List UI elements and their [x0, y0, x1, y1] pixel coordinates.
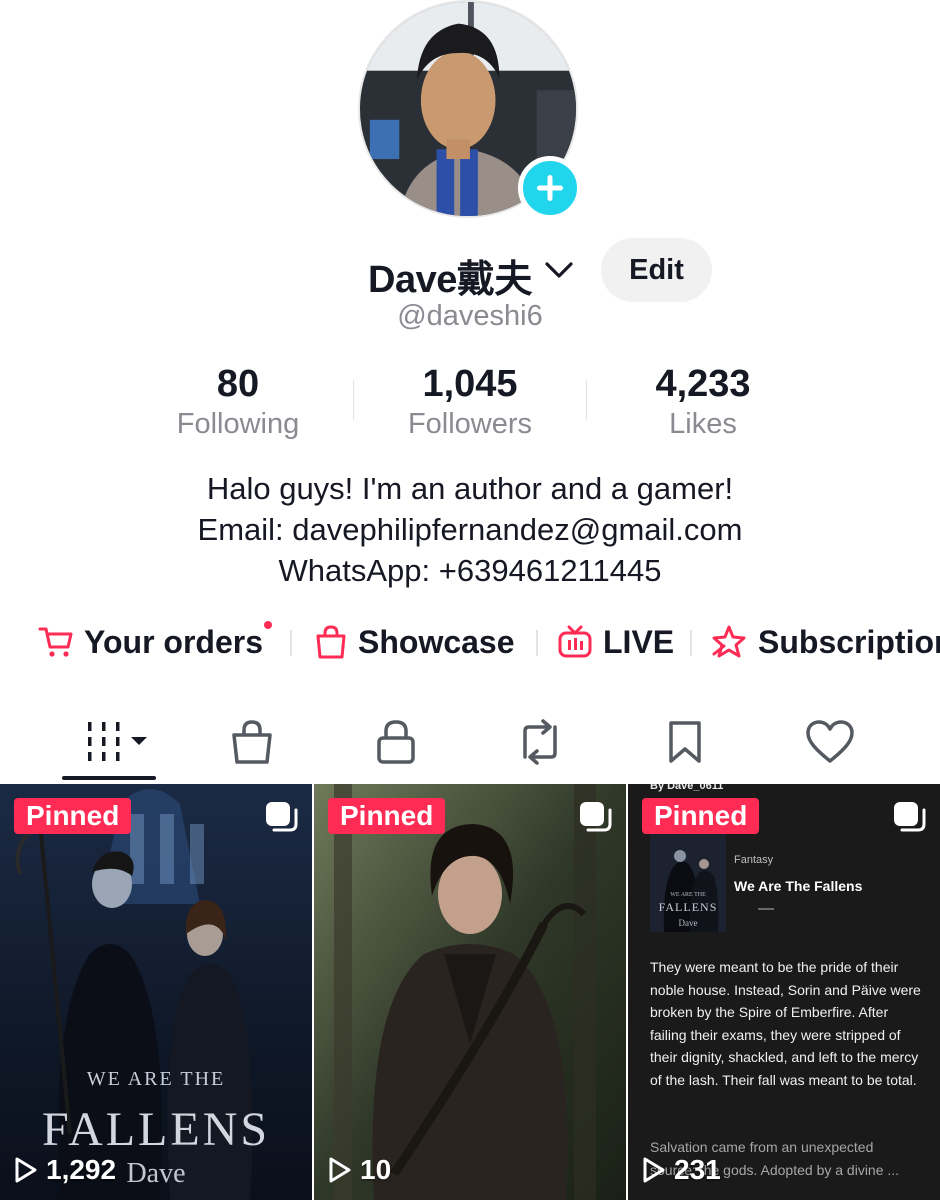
view-count: 10 — [328, 1154, 391, 1186]
chevron-down-icon[interactable] — [544, 260, 574, 280]
subscription-button[interactable]: Subscription — [710, 618, 940, 666]
view-count: 231 — [642, 1154, 721, 1186]
stat-label: Likes — [669, 408, 737, 440]
stat-label: Followers — [407, 408, 533, 440]
name-row: Dave戴夫 Edit — [0, 238, 940, 302]
handle: @daveshi6 — [397, 300, 543, 332]
book-description: They were meant to be the pride of their… — [650, 959, 921, 1088]
lock-icon — [377, 720, 415, 764]
play-icon — [643, 1157, 665, 1183]
stat-label: Following — [176, 408, 300, 440]
view-count-value: 10 — [360, 1154, 392, 1185]
bio-line: Halo guys! I'm an author and a gamer! — [206, 471, 734, 506]
bio: Halo guys! I'm an author and a gamer! Em… — [0, 468, 940, 591]
view-count-value: 1,292 — [46, 1154, 117, 1185]
divider — [758, 908, 774, 910]
content-tabs — [0, 700, 940, 784]
action-divider — [290, 630, 292, 656]
live-tv-icon — [558, 625, 592, 658]
tab-liked[interactable] — [790, 712, 870, 772]
heart-icon — [806, 720, 854, 763]
your-orders-button[interactable]: Your orders — [38, 618, 263, 666]
action-label: Subscription — [758, 623, 940, 660]
book-author-line: By Dave_0611 — [650, 784, 724, 792]
stat-following[interactable]: 80 Following — [128, 362, 348, 442]
play-icon — [15, 1157, 37, 1183]
book-title: We Are The Fallens — [734, 878, 863, 894]
cart-icon — [38, 627, 73, 657]
action-label: Showcase — [358, 623, 515, 660]
stat-value: 1,045 — [422, 363, 518, 405]
book-cover-art — [650, 828, 726, 932]
avatar-container — [358, 0, 582, 220]
notification-dot — [264, 621, 272, 629]
book-cover-line: WE ARE THE — [670, 892, 706, 898]
tab-favorites[interactable] — [645, 712, 725, 772]
bookmark-icon — [669, 721, 701, 763]
action-label: Your orders — [84, 623, 263, 660]
plus-icon — [537, 175, 563, 201]
multi-photo-icon — [580, 802, 612, 832]
action-divider — [690, 630, 692, 656]
video-thumbnail — [314, 784, 626, 1200]
cover-title: FALLENS — [41, 1103, 271, 1156]
pinned-badge: Pinned — [642, 798, 760, 834]
video-tile[interactable]: By Dave_0611 WE ARE THE FALLENS Dave Fan… — [628, 784, 940, 1200]
active-tab-indicator — [62, 776, 156, 780]
book-cover-thumbnail: WE ARE THE FALLENS Dave — [650, 828, 726, 932]
stat-value: 80 — [216, 363, 260, 405]
display-name[interactable]: Dave戴夫 — [368, 248, 532, 303]
action-label: LIVE — [603, 623, 675, 660]
showcase-button[interactable]: Showcase — [314, 618, 515, 666]
tab-reposts[interactable] — [500, 712, 580, 772]
tab-shop[interactable] — [212, 712, 292, 772]
tab-private[interactable] — [356, 712, 436, 772]
stat-value: 4,233 — [655, 363, 751, 405]
pinned-badge: Pinned — [328, 798, 446, 834]
grid-icon — [88, 722, 147, 761]
stat-divider — [353, 380, 354, 420]
bio-line: Email: davephilipfernandez@gmail.com — [197, 512, 743, 547]
tab-videos[interactable] — [76, 712, 156, 772]
video-grid: WE ARE THE FALLENS Dave Pinned 1,292 Pin… — [0, 784, 940, 1200]
profile-actions: Your orders Showcase LIVE Subscription — [0, 618, 940, 668]
subscription-star-icon — [712, 625, 746, 658]
video-tile[interactable]: WE ARE THE FALLENS Dave Pinned 1,292 — [0, 784, 312, 1200]
action-divider — [536, 630, 538, 656]
book-genre: Fantasy — [734, 854, 774, 866]
pinned-badge: Pinned — [14, 798, 132, 834]
cover-title-line: WE ARE THE — [86, 1068, 226, 1090]
stat-followers[interactable]: 1,045 Followers — [360, 362, 580, 442]
play-icon — [329, 1157, 351, 1183]
view-count: 1,292 — [14, 1154, 116, 1186]
add-avatar-button[interactable] — [518, 156, 582, 220]
repost-icon — [523, 719, 557, 765]
book-cover-title: FALLENS — [658, 900, 718, 914]
edit-button[interactable]: Edit — [601, 238, 712, 302]
view-count-value: 231 — [674, 1154, 721, 1185]
stat-divider — [586, 380, 587, 420]
bio-line: WhatsApp: +639461211445 — [278, 553, 662, 588]
live-button[interactable]: LIVE — [557, 618, 674, 666]
video-tile[interactable]: Pinned 10 — [314, 784, 626, 1200]
shopping-bag-icon — [232, 720, 272, 764]
multi-photo-icon — [894, 802, 926, 832]
multi-photo-icon — [266, 802, 298, 832]
stat-likes[interactable]: 4,233 Likes — [593, 362, 813, 442]
shopping-bag-icon — [316, 625, 346, 659]
book-cover-author: Dave — [678, 918, 698, 928]
